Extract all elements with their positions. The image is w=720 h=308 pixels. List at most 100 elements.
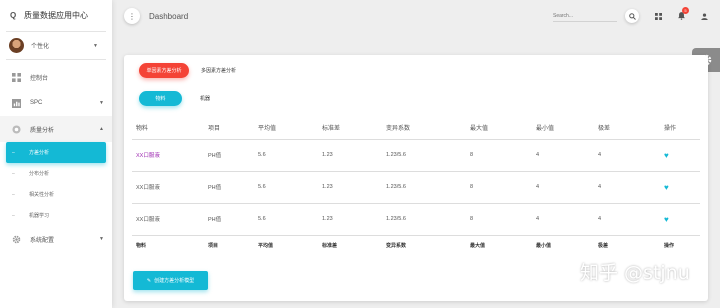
heart-icon[interactable]: ♥ xyxy=(664,215,669,224)
create-anova-model-button[interactable]: ✎ 创建方差分析模型 xyxy=(133,271,208,290)
table-cell: 4 xyxy=(532,139,594,172)
sidebar-subitem-ml[interactable]: – 机器学习 xyxy=(0,205,106,226)
sidebar-item-label: 质量分析 xyxy=(30,127,55,134)
more-menu-button[interactable]: ⋮ xyxy=(124,8,140,24)
column-header: 平均值 xyxy=(254,117,318,140)
column-footer: 最小值 xyxy=(536,242,552,249)
tab-material[interactable]: 物料 xyxy=(139,91,182,106)
table-footer-row: 物料 项目 平均值 标准差 变异系数 最大值 最小值 极差 操作 xyxy=(132,235,700,255)
table-cell: 8 xyxy=(466,139,532,172)
search-button[interactable] xyxy=(625,9,639,23)
table-row: XX口服液 PH值 5.6 1.23 1.23/5.6 8 4 4 ♥ xyxy=(132,203,700,236)
sidebar-subitem-label: 分布分析 xyxy=(29,171,50,177)
tab-one-way-anova[interactable]: 单因素方差分析 xyxy=(139,63,189,78)
column-header: 最小值 xyxy=(532,117,594,140)
column-header: 变异系数 xyxy=(382,117,466,140)
dash-icon: – xyxy=(12,191,15,198)
notifications-button[interactable]: 5 xyxy=(674,7,689,23)
table-cell: PH值 xyxy=(204,139,254,172)
chart-icon xyxy=(12,98,21,108)
column-footer: 平均值 xyxy=(258,242,274,249)
user-menu[interactable]: 个性化 ▼ xyxy=(6,32,106,60)
table-cell: 8 xyxy=(466,171,532,204)
column-header: 物料 xyxy=(132,117,204,140)
table-cell: 8 xyxy=(466,203,532,236)
sidebar-item-label: 控制台 xyxy=(30,75,49,82)
page-title: Dashboard xyxy=(149,11,189,21)
chevron-down-icon: ▼ xyxy=(99,100,104,106)
table-cell: 4 xyxy=(594,171,660,204)
chevron-down-icon: ▼ xyxy=(93,42,98,49)
table-cell: ♥ xyxy=(660,203,700,236)
column-header: 操作 xyxy=(660,117,700,140)
sidebar-item-label: 系统配置 xyxy=(30,237,55,244)
table-row: XX口服液 PH值 5.6 1.23 1.23/5.6 8 4 4 ♥ xyxy=(132,139,700,172)
column-footer: 最大值 xyxy=(470,242,486,249)
results-table: 物料 项目 平均值 标准差 变异系数 最大值 最小值 极差 操作 XX口服液 P… xyxy=(132,117,700,255)
analysis-icon xyxy=(12,124,21,134)
sidebar-item-settings[interactable]: 系统配置 ▼ xyxy=(0,226,112,252)
dashboard-icon xyxy=(12,72,21,82)
user-name: 个性化 xyxy=(31,44,50,50)
heart-icon[interactable]: ♥ xyxy=(664,183,669,192)
gear-icon xyxy=(12,235,21,243)
sidebar-item-label: SPC xyxy=(30,100,43,106)
table-cell: XX口服液 xyxy=(132,203,204,236)
person-icon xyxy=(700,12,708,20)
sidebar-nav: 控制台 SPC ▼ 质量分析 ▲ – 方差分析 – 分布分析 – 相关性分析 –… xyxy=(0,64,112,252)
table-cell: 1.23 xyxy=(318,171,382,204)
pencil-icon: ✎ xyxy=(146,277,152,284)
table-cell: XX口服液 xyxy=(132,171,204,204)
column-header: 标准差 xyxy=(318,117,382,140)
account-button[interactable] xyxy=(697,9,711,23)
sidebar-item-spc[interactable]: SPC ▼ xyxy=(0,90,112,116)
factor-tabs: 物料 机器 xyxy=(139,91,222,106)
table-row: XX口服液 PH值 5.6 1.23 1.23/5.6 8 4 4 ♥ xyxy=(132,171,700,204)
tab-multi-way-anova[interactable]: 多因素方差分析 xyxy=(189,63,248,78)
table-cell: 1.23/5.6 xyxy=(382,139,466,172)
dash-icon: – xyxy=(12,212,15,219)
table-cell: ♥ xyxy=(660,171,700,204)
table-cell: 5.6 xyxy=(254,203,318,236)
sidebar-subitem-correlation[interactable]: – 相关性分析 xyxy=(0,184,106,205)
sidebar-subitem-anova[interactable]: – 方差分析 xyxy=(6,142,106,163)
sidebar-subitem-label: 机器学习 xyxy=(29,213,50,219)
avatar xyxy=(9,38,24,53)
search-icon xyxy=(628,12,636,20)
column-footer: 极差 xyxy=(598,242,609,249)
heart-icon[interactable]: ♥ xyxy=(664,151,669,160)
table-cell: 1.23/5.6 xyxy=(382,171,466,204)
column-footer: 项目 xyxy=(208,242,219,249)
dash-icon: – xyxy=(12,170,15,177)
search-input[interactable] xyxy=(553,10,617,22)
table-cell: 4 xyxy=(594,203,660,236)
chevron-down-icon: ▼ xyxy=(99,236,104,242)
sidebar-subitem-distribution[interactable]: – 分布分析 xyxy=(0,163,106,184)
tab-machine[interactable]: 机器 xyxy=(182,91,222,106)
table-header-row: 物料 项目 平均值 标准差 变异系数 最大值 最小值 极差 操作 xyxy=(132,117,700,140)
material-link[interactable]: XX口服液 xyxy=(132,139,204,172)
column-footer: 操作 xyxy=(664,242,675,249)
brand[interactable]: Q 质量数据应用中心 xyxy=(6,0,106,32)
table-cell: ♥ xyxy=(660,139,700,172)
table-cell: 4 xyxy=(532,171,594,204)
table-cell: 5.6 xyxy=(254,139,318,172)
top-bar: ⋮ Dashboard 5 xyxy=(112,0,720,32)
column-header: 极差 xyxy=(594,117,660,140)
table-cell: 1.23/5.6 xyxy=(382,203,466,236)
brand-title: 质量数据应用中心 xyxy=(24,11,88,20)
table-cell: 4 xyxy=(532,203,594,236)
sidebar-item-console[interactable]: 控制台 xyxy=(0,64,112,90)
notification-badge: 5 xyxy=(682,7,689,14)
column-footer: 标准差 xyxy=(322,242,338,249)
watermark: 知乎 @stjnu xyxy=(580,262,690,284)
grid-icon xyxy=(654,12,662,20)
sidebar-item-quality-analysis[interactable]: 质量分析 ▲ xyxy=(0,116,112,142)
table-cell: 1.23 xyxy=(318,139,382,172)
sidebar: Q 质量数据应用中心 个性化 ▼ 控制台 SPC ▼ 质量分析 ▲ – 方差分析… xyxy=(0,0,112,308)
analysis-type-tabs: 单因素方差分析 多因素方差分析 xyxy=(139,63,248,78)
column-header: 最大值 xyxy=(466,117,532,140)
apps-button[interactable] xyxy=(651,9,665,23)
table-cell: PH值 xyxy=(204,203,254,236)
column-footer: 变异系数 xyxy=(386,242,407,249)
